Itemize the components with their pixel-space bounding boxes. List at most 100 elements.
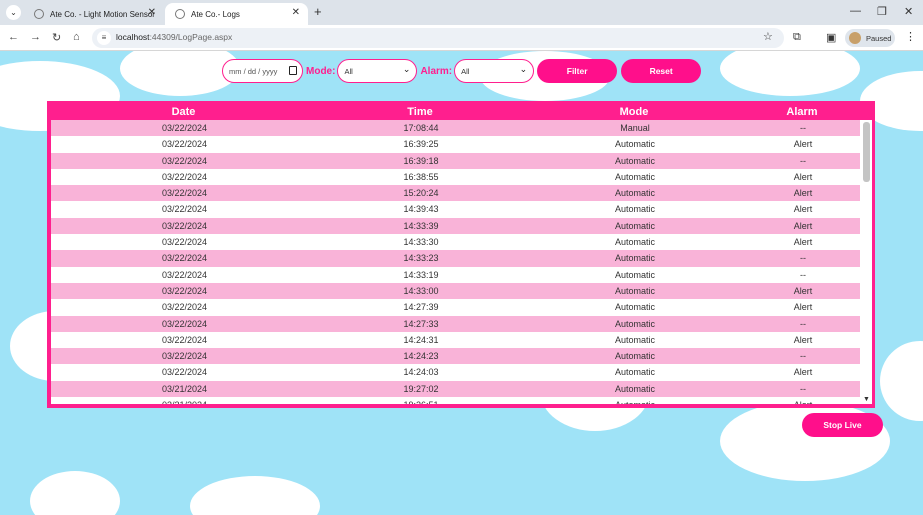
cell-mode: Automatic xyxy=(614,383,656,394)
tab-search-chevron-icon[interactable]: ⌄ xyxy=(6,5,21,20)
cell-mode: Automatic xyxy=(614,367,656,378)
cell-alarm: Alert xyxy=(793,139,813,150)
table-header: Date Time Mode Alarm xyxy=(50,104,872,121)
cell-alarm: -- xyxy=(800,123,806,133)
cell-mode: Automatic xyxy=(614,351,656,362)
cloud-decoration xyxy=(880,341,923,421)
cell-mode: Automatic xyxy=(614,334,656,345)
side-panel-icon[interactable]: ▣ xyxy=(826,31,836,44)
cell-date: 03/22/2024 xyxy=(161,220,208,231)
column-header-alarm[interactable]: Alarm xyxy=(745,104,859,121)
cell-date: 03/22/2024 xyxy=(161,139,208,150)
mode-select[interactable]: All ⌄ xyxy=(337,59,418,83)
table-row: 03/22/2024 14:33:23 Automatic -- xyxy=(51,250,860,267)
cell-date: 03/22/2024 xyxy=(161,334,208,345)
minimize-icon[interactable]: — xyxy=(850,5,861,17)
mode-selected-value: All xyxy=(344,66,353,76)
browser-tab-logs[interactable]: Ate Co.- Logs ✕ xyxy=(165,3,308,25)
home-icon[interactable]: ⌂ xyxy=(73,31,80,43)
cell-time: 14:39:43 xyxy=(403,204,439,215)
cell-date: 03/22/2024 xyxy=(161,285,208,296)
cell-mode: Automatic xyxy=(614,269,656,280)
cell-mode: Automatic xyxy=(614,285,656,296)
more-menu-icon[interactable]: ⋮ xyxy=(905,30,916,43)
cell-date: 03/22/2024 xyxy=(161,253,208,264)
cell-alarm: Alert xyxy=(793,237,813,248)
url-text: localhost:44309/LogPage.aspx xyxy=(116,32,233,42)
column-header-time[interactable]: Time xyxy=(317,104,523,121)
cell-alarm: Alert xyxy=(793,302,813,313)
back-arrow-icon[interactable]: ← xyxy=(8,31,19,43)
forward-arrow-icon[interactable]: → xyxy=(30,31,41,43)
cell-time: 14:33:19 xyxy=(403,269,439,280)
chevron-down-icon: ⌄ xyxy=(402,64,411,74)
filter-button[interactable]: Filter xyxy=(537,59,618,83)
scroll-down-arrow-icon[interactable]: ▼ xyxy=(863,396,870,403)
cell-date: 03/22/2024 xyxy=(161,318,208,329)
alarm-select[interactable]: All ⌄ xyxy=(454,59,535,83)
column-header-mode[interactable]: Mode xyxy=(523,104,745,121)
tab-title: Ate Co.- Logs xyxy=(191,9,240,19)
date-filter-input[interactable]: mm / dd / yyyy xyxy=(222,59,303,83)
cell-alarm: Alert xyxy=(793,285,813,296)
browser-tab-light-motion-sensor[interactable]: Ate Co. - Light Motion Sensor ✕ xyxy=(24,3,164,25)
cell-time: 19:26:51 xyxy=(318,397,524,404)
scrollbar-thumb[interactable] xyxy=(863,122,870,182)
cell-mode: Automatic xyxy=(614,220,656,231)
new-tab-plus-icon[interactable]: + xyxy=(314,4,322,19)
cell-alarm: Alert xyxy=(793,171,813,182)
site-info-icon[interactable]: ≡ xyxy=(97,31,111,45)
cell-date: 03/21/2024 xyxy=(161,383,208,394)
cell-date: 03/22/2024 xyxy=(161,269,208,280)
alarm-selected-value: All xyxy=(461,66,470,76)
cell-time: 16:38:55 xyxy=(403,171,439,182)
cell-alarm: Alert xyxy=(793,204,813,215)
cell-alarm: Alert xyxy=(793,220,813,231)
table-row: 03/22/2024 14:24:23 Automatic -- xyxy=(51,348,860,365)
cell-date: 03/22/2024 xyxy=(161,123,208,133)
reload-icon[interactable]: ↻ xyxy=(52,31,61,44)
log-page: mm / dd / yyyy Mode: All ⌄ Alarm: All ⌄ … xyxy=(0,51,923,515)
column-header-date[interactable]: Date xyxy=(50,104,317,121)
cell-mode: Automatic xyxy=(614,139,656,150)
extensions-puzzle-icon[interactable]: ⧉ xyxy=(793,31,801,44)
stop-live-button[interactable]: Stop Live xyxy=(802,413,883,437)
cell-date: 03/22/2024 xyxy=(161,237,208,248)
close-tab-icon[interactable]: ✕ xyxy=(292,7,300,18)
tab-title: Ate Co. - Light Motion Sensor xyxy=(50,9,155,19)
globe-icon xyxy=(175,9,185,19)
cell-date: 03/21/2024 xyxy=(51,397,318,404)
chevron-down-icon: ⌄ xyxy=(519,64,528,74)
cell-time: 16:39:25 xyxy=(403,139,439,150)
bookmark-star-icon[interactable]: ☆ xyxy=(763,30,773,43)
profile-button[interactable]: Paused xyxy=(845,29,895,47)
cell-mode: Automatic xyxy=(524,397,746,404)
log-table: Date Time Mode Alarm 03/22/2024 17:08:44 M… xyxy=(47,101,875,408)
address-bar[interactable]: ≡ localhost:44309/LogPage.aspx xyxy=(92,28,784,48)
filter-bar: mm / dd / yyyy Mode: All ⌄ Alarm: All ⌄ … xyxy=(222,59,702,83)
cell-time: 16:39:18 xyxy=(403,155,439,166)
cell-mode: Automatic xyxy=(614,237,656,248)
cell-alarm: -- xyxy=(800,351,806,362)
close-window-icon[interactable]: ✕ xyxy=(904,5,913,18)
browser-tab-strip: ⌄ Ate Co. - Light Motion Sensor ✕ Ate Co… xyxy=(0,0,923,25)
restore-window-icon[interactable]: ❐ xyxy=(877,5,887,18)
cell-time: 14:33:23 xyxy=(403,253,439,264)
table-row: 03/22/2024 14:33:39 Automatic Alert xyxy=(51,217,860,235)
calendar-icon[interactable] xyxy=(289,66,297,75)
cell-mode: Manual xyxy=(620,123,650,133)
cell-alarm: -- xyxy=(800,269,806,280)
table-scrollbar[interactable]: ▼ xyxy=(860,120,872,404)
table-row: 03/22/2024 16:39:25 Automatic Alert xyxy=(51,136,860,153)
reset-button[interactable]: Reset xyxy=(621,59,702,83)
cell-time: 14:24:23 xyxy=(403,351,439,362)
close-tab-icon[interactable]: ✕ xyxy=(148,7,156,18)
table-row: 03/22/2024 14:27:39 Automatic Alert xyxy=(51,299,860,316)
table-body[interactable]: 03/22/2024 17:08:44 Manual -- 03/22/2024 16:3… xyxy=(51,120,860,404)
table-row: 03/22/2024 15:20:24 Automatic Alert xyxy=(51,185,860,202)
table-row: 03/22/2024 14:33:00 Automatic Alert xyxy=(51,282,860,300)
cell-date: 03/22/2024 xyxy=(161,351,208,362)
table-row: 03/22/2024 14:39:43 Automatic Alert xyxy=(51,201,860,218)
cell-time: 14:33:39 xyxy=(403,220,439,231)
avatar xyxy=(849,32,861,44)
